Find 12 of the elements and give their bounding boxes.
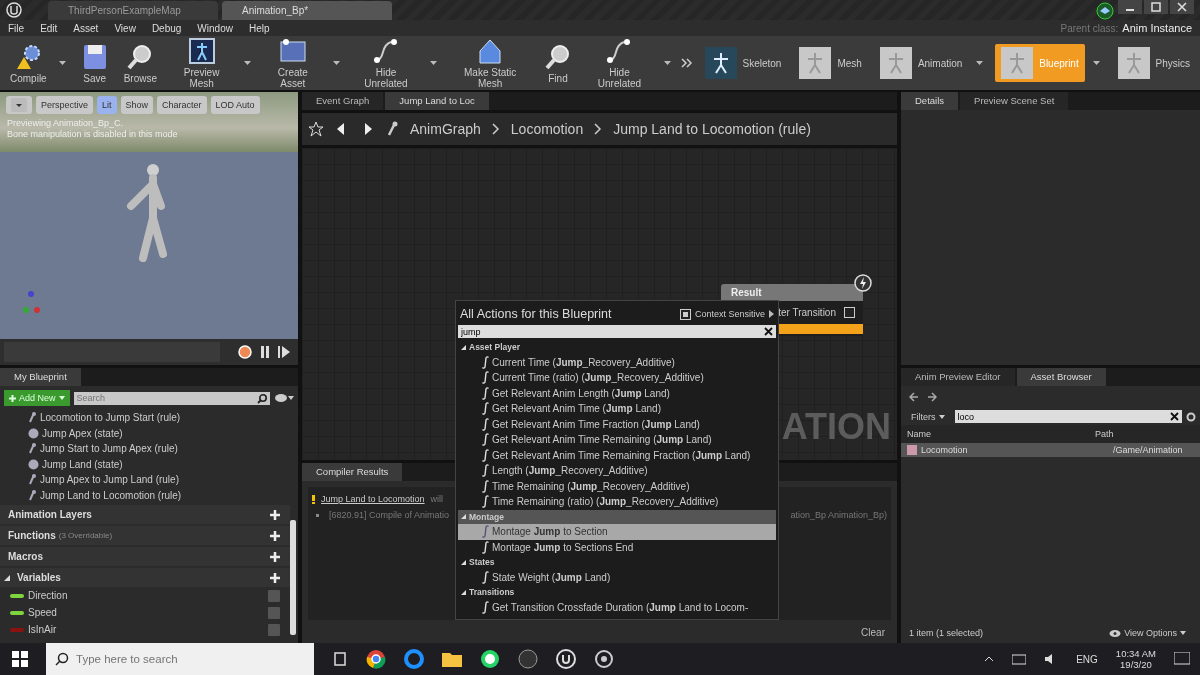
- viewport-message: Previewing Animation_Bp_C.: [7, 118, 125, 129]
- parent-class-value: Anim Instance: [1122, 22, 1192, 34]
- log-message: [6820.91] Compile of Animatio: [329, 510, 450, 520]
- parent-class-label: Parent class:: [1060, 22, 1119, 34]
- node-title: Result: [721, 284, 863, 301]
- graph-watermark-label: ATION: [781, 406, 891, 448]
- log-message: will: [430, 494, 444, 504]
- menu-title: All Actions for this Blueprint: [460, 307, 612, 321]
- item-count: 1 item (1 selected): [909, 628, 984, 638]
- viewport-message: Bone manipulation is disabled in this mode: [7, 129, 179, 140]
- pin-label: ter Transition: [778, 307, 836, 318]
- log-message: ation_Bp Animation_Bp): [790, 510, 887, 520]
